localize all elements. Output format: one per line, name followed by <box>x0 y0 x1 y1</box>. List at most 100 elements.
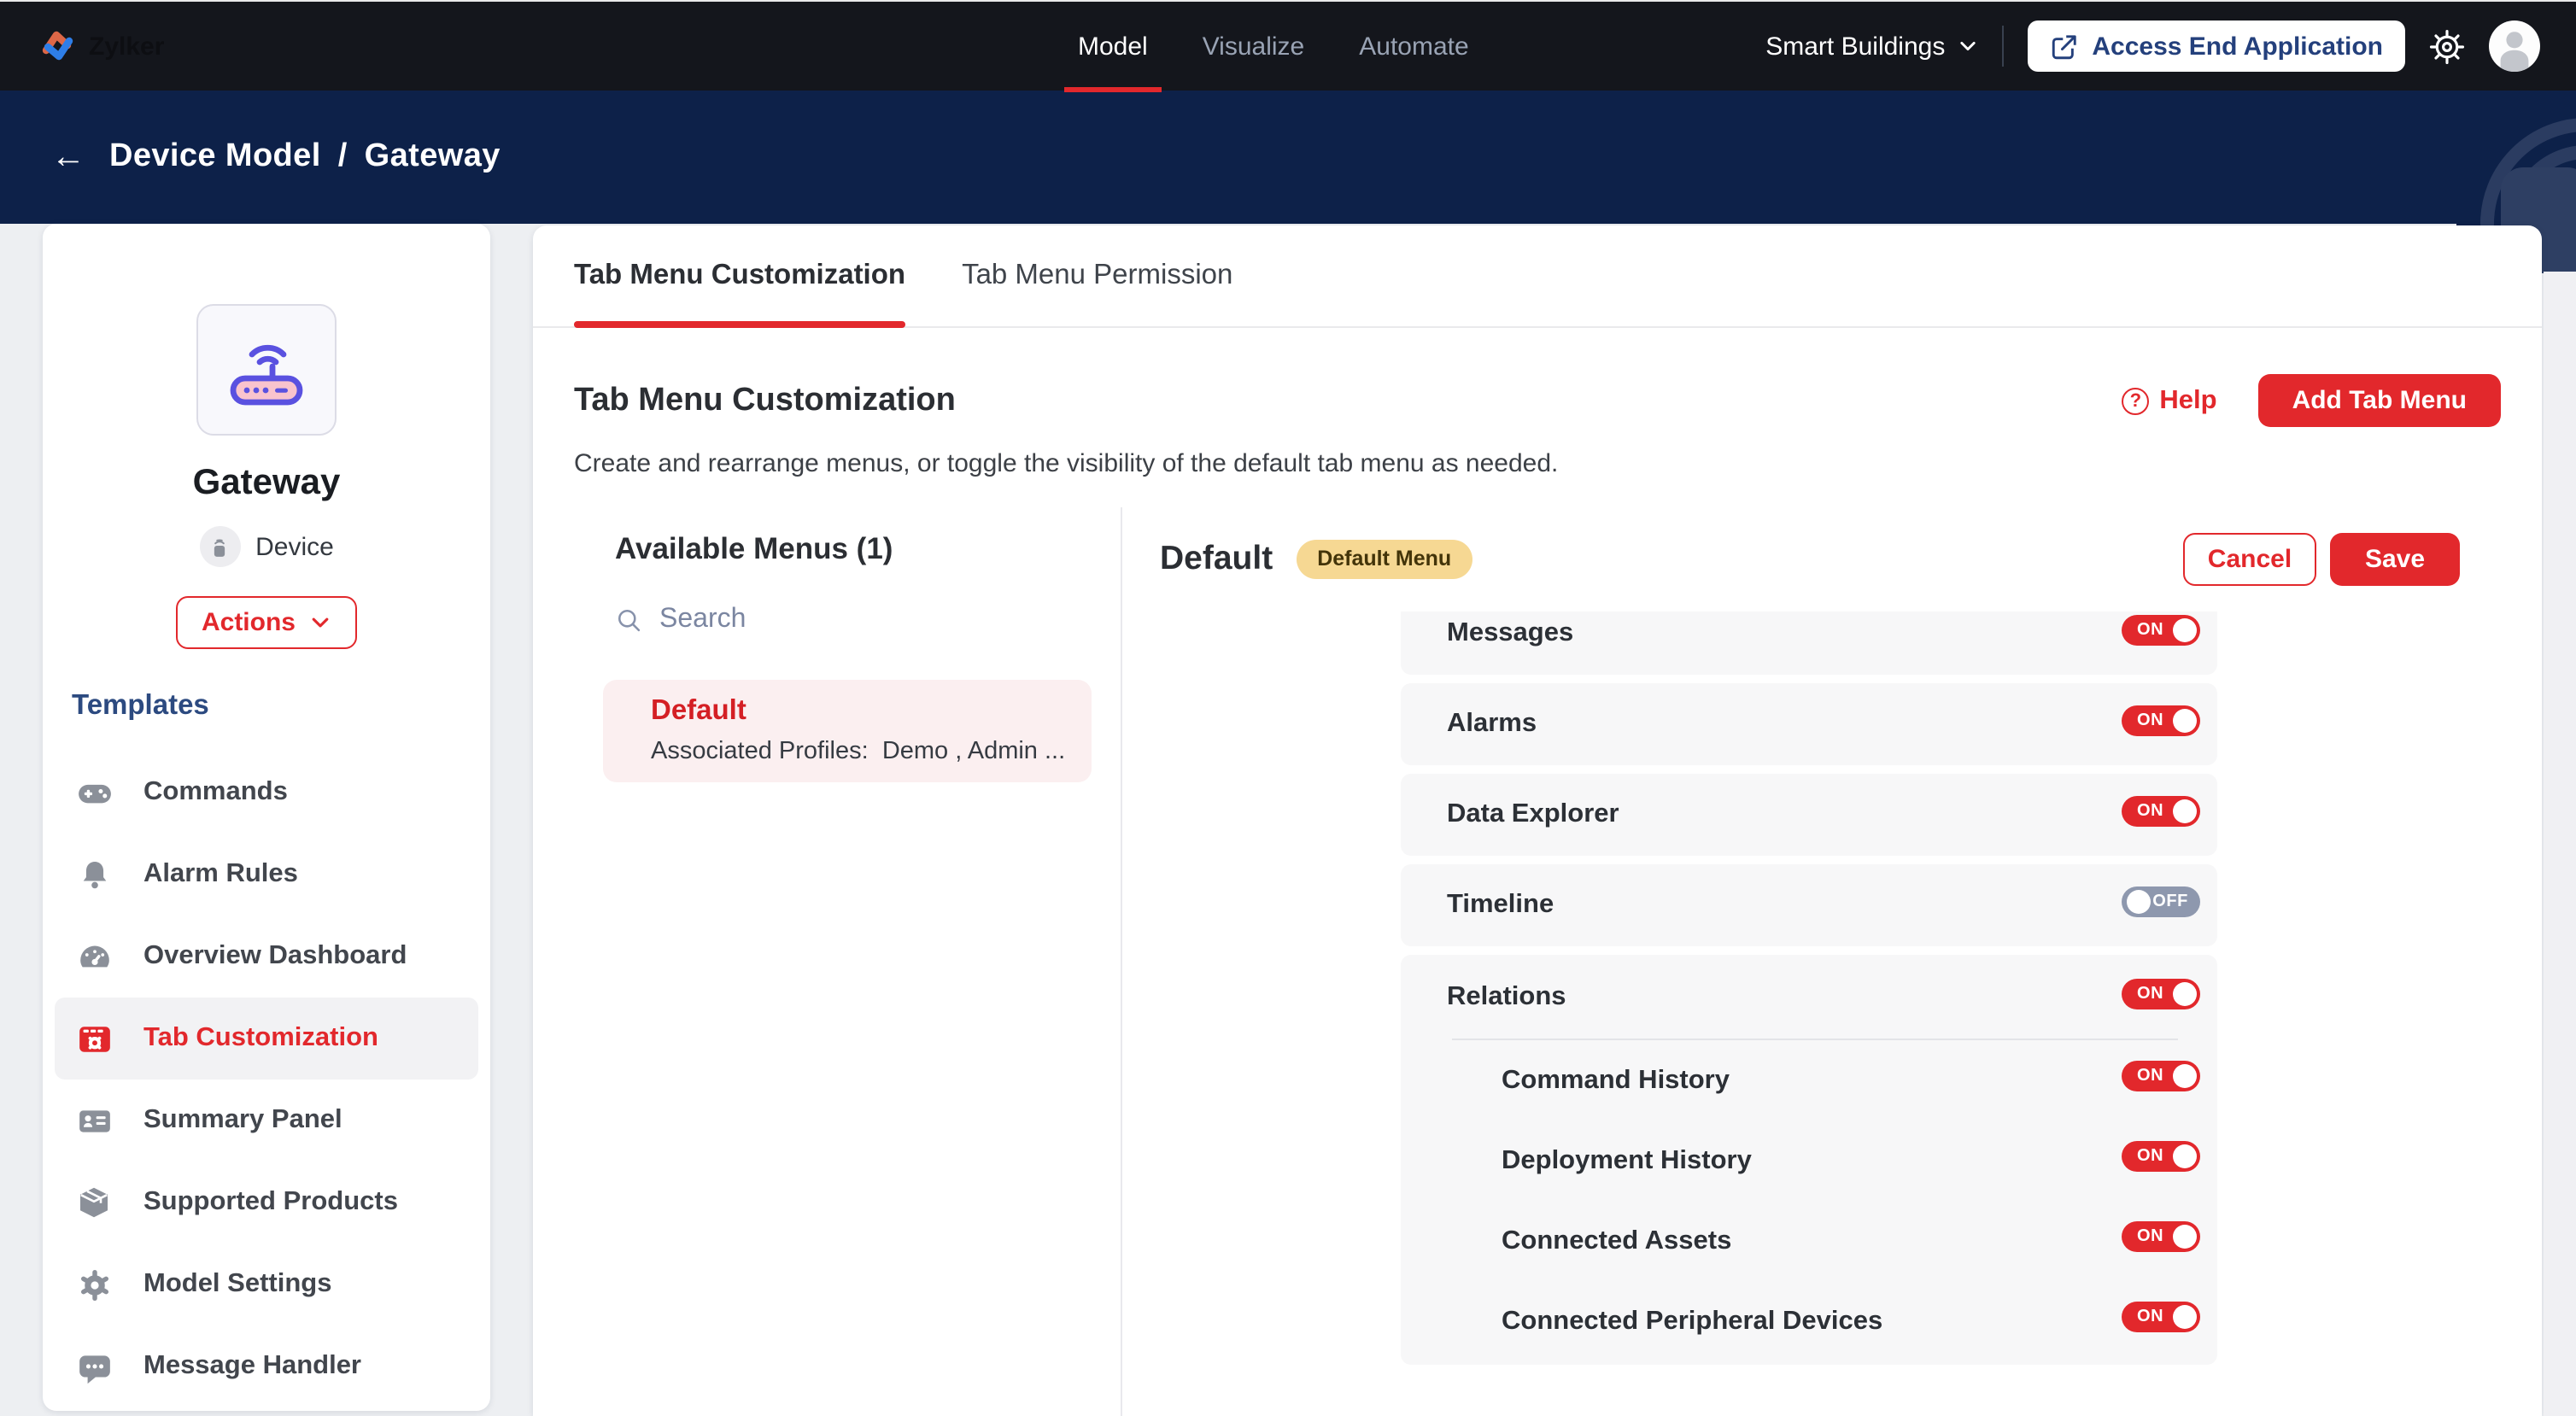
help-link[interactable]: ? Help <box>2122 385 2216 416</box>
id-card-icon <box>75 1103 113 1138</box>
search-icon <box>615 606 644 635</box>
actions-button[interactable]: Actions <box>176 596 357 649</box>
help-label: Help <box>2159 385 2216 416</box>
nav-item-automate[interactable]: Automate <box>1359 2 1468 92</box>
sidebar-item-label: Supported Products <box>143 1187 398 1218</box>
page-description: Create and rearrange menus, or toggle th… <box>574 449 2501 478</box>
page-title: Tab Menu Customization <box>574 382 956 419</box>
relations-toggle[interactable]: ON <box>2122 978 2200 1009</box>
topbar-right-group: Smart Buildings Access End Application <box>1765 20 2576 72</box>
application-window: Zylker Model Visualize Automate Smart Bu… <box>0 0 2576 1416</box>
associated-profiles: Associated Profiles: Demo , Admin ... <box>651 740 1068 765</box>
nav-item-visualize[interactable]: Visualize <box>1203 2 1305 92</box>
menu-row-deployment-history: Deployment History ON <box>1401 1121 2217 1201</box>
menu-editor-panel: Default Default Menu Cancel Save Message… <box>1122 507 2542 1416</box>
menu-row-alarms: Alarms ON <box>1401 683 2217 765</box>
nav-item-model[interactable]: Model <box>1078 2 1148 92</box>
sidebar-item-supported-products[interactable]: Supported Products <box>55 1161 478 1243</box>
sidebar-item-alarm-rules[interactable]: Alarm Rules <box>55 834 478 916</box>
gauge-icon <box>75 939 113 974</box>
chevron-down-icon <box>309 611 331 634</box>
menu-row-relations: Relations ON <box>1401 965 2217 1030</box>
timeline-toggle[interactable]: OFF <box>2122 886 2200 916</box>
search-input[interactable] <box>659 605 1001 635</box>
back-arrow-icon[interactable]: ← <box>51 140 85 174</box>
sidebar-item-summary-panel[interactable]: Summary Panel <box>55 1080 478 1161</box>
editor-menu-name: Default <box>1160 539 1273 578</box>
org-switcher[interactable]: Smart Buildings <box>1765 32 1977 61</box>
settings-gear-icon[interactable] <box>2429 28 2465 64</box>
save-button[interactable]: Save <box>2330 532 2460 585</box>
model-icon-tile <box>196 304 337 436</box>
sidebar-item-label: Overview Dashboard <box>143 941 407 972</box>
tab-gear-icon <box>75 1021 113 1056</box>
available-menu-item-default[interactable]: Default Associated Profiles: Demo , Admi… <box>603 680 1092 782</box>
command-history-toggle[interactable]: ON <box>2122 1061 2200 1091</box>
help-question-icon: ? <box>2122 387 2149 414</box>
tab-menu-toggle-list: Messages ON Alarms ON Data Explorer ON T… <box>1401 611 2217 1373</box>
access-end-application-label: Access End Application <box>2092 32 2383 61</box>
device-icon <box>199 526 240 567</box>
sidebar-item-label: Summary Panel <box>143 1105 342 1136</box>
menu-row-command-history: Command History ON <box>1401 1040 2217 1121</box>
sidebar-item-label: Commands <box>143 777 288 808</box>
connected-peripheral-devices-toggle[interactable]: ON <box>2122 1302 2200 1332</box>
breadcrumb-title: Device Model / Gateway <box>109 138 501 176</box>
menu-row-connected-peripheral-devices: Connected Peripheral Devices ON <box>1401 1281 2217 1361</box>
tab-bar: Tab Menu Customization Tab Menu Permissi… <box>533 225 2542 328</box>
sidebar-item-tab-customization[interactable]: Tab Customization <box>55 998 478 1080</box>
user-avatar[interactable] <box>2489 20 2540 72</box>
sidebar-item-label: Model Settings <box>143 1269 331 1300</box>
tab-menu-customization-tab[interactable]: Tab Menu Customization <box>574 225 905 327</box>
person-icon <box>2489 20 2540 72</box>
chevron-down-icon <box>1957 36 1977 56</box>
model-type-row: Device <box>43 526 490 567</box>
content-panels: Available Menus (1) Default Associated P… <box>533 507 2542 1416</box>
breadcrumb-current: Gateway <box>365 138 501 176</box>
connected-assets-toggle[interactable]: ON <box>2122 1221 2200 1252</box>
sidebar-item-commands[interactable]: Commands <box>55 752 478 834</box>
sidebar-item-label: Tab Customization <box>143 1023 378 1054</box>
add-tab-menu-button[interactable]: Add Tab Menu <box>2258 374 2501 427</box>
alarms-toggle[interactable]: ON <box>2122 705 2200 735</box>
actions-label: Actions <box>202 608 296 637</box>
editor-header: Default Default Menu Cancel Save <box>1160 531 2460 586</box>
data-explorer-toggle[interactable]: ON <box>2122 795 2200 826</box>
main-content-card: Tab Menu Customization Tab Menu Permissi… <box>533 225 2542 1416</box>
sidebar-item-message-handler[interactable]: Message Handler <box>55 1325 478 1407</box>
default-menu-badge: Default Menu <box>1297 539 1472 578</box>
sidebar-item-label: Message Handler <box>143 1351 361 1382</box>
brand-name: Zylker <box>89 32 164 61</box>
top-navigation-bar: Zylker Model Visualize Automate Smart Bu… <box>0 0 2576 91</box>
org-name: Smart Buildings <box>1765 32 1945 61</box>
messages-toggle[interactable]: ON <box>2122 614 2200 645</box>
tab-menu-permission-tab[interactable]: Tab Menu Permission <box>962 225 1232 327</box>
access-end-application-button[interactable]: Access End Application <box>2027 20 2405 72</box>
menu-group-relations: Relations ON Command History ON Deployme… <box>1401 955 2217 1365</box>
model-sidebar-card: Gateway Device Actions Templates <box>43 224 490 1411</box>
page-scrollbar[interactable] <box>2544 272 2576 1416</box>
menu-row-data-explorer: Data Explorer ON <box>1401 774 2217 856</box>
router-icon <box>225 332 307 407</box>
topbar-divider <box>2001 26 2003 67</box>
breadcrumb: ← Device Model / Gateway <box>0 91 501 224</box>
brand[interactable]: Zylker <box>39 27 164 65</box>
breadcrumb-section[interactable]: Device Model <box>109 138 321 176</box>
templates-nav-list: Commands Alarm Rules Overview Dashboard <box>43 752 490 1407</box>
cancel-button[interactable]: Cancel <box>2183 532 2316 585</box>
model-type-label: Device <box>255 532 334 561</box>
sidebar-item-overview-dashboard[interactable]: Overview Dashboard <box>55 916 478 998</box>
menu-row-timeline: Timeline OFF <box>1401 864 2217 946</box>
model-name: Gateway <box>43 463 490 504</box>
menu-row-messages: Messages ON <box>1401 611 2217 675</box>
package-box-icon <box>75 1185 113 1220</box>
available-menus-title: Available Menus (1) <box>615 531 1121 565</box>
gamepad-icon <box>75 775 113 810</box>
deployment-history-toggle[interactable]: ON <box>2122 1141 2200 1172</box>
bell-icon <box>75 858 113 891</box>
sidebar-item-model-settings[interactable]: Model Settings <box>55 1243 478 1325</box>
chat-bubble-icon <box>75 1349 113 1384</box>
templates-section-title: Templates <box>72 690 490 723</box>
page-header: Tab Menu Customization ? Help Add Tab Me… <box>533 328 2542 478</box>
menu-row-connected-assets: Connected Assets ON <box>1401 1201 2217 1281</box>
